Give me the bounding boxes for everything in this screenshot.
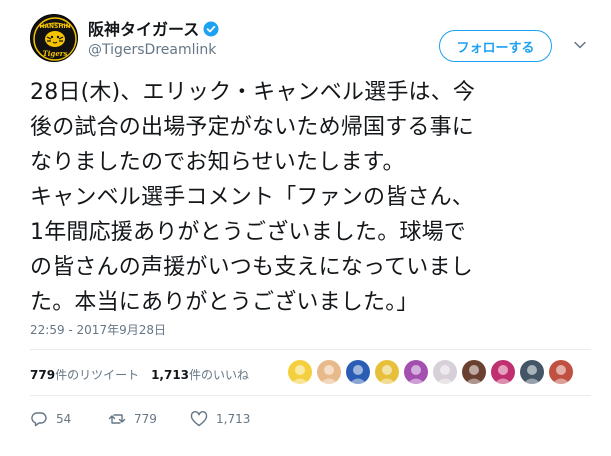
- liker-avatar-girl-icon[interactable]: [549, 360, 573, 384]
- retweets-stat[interactable]: 779件のリツイート: [30, 368, 139, 382]
- liker-avatar-woman-icon[interactable]: [462, 360, 486, 384]
- retweet-button[interactable]: 779: [108, 408, 157, 430]
- liker-avatar-mascot-icon[interactable]: [346, 360, 370, 384]
- verified-badge-icon: [203, 21, 219, 37]
- tweet-header: HANSHIN Tigers 阪神タイガース @TigersDreamlink …: [30, 12, 597, 64]
- liker-avatar-team-icon[interactable]: [520, 360, 544, 384]
- tweet-line: た。本当にありがとうございました。」: [30, 290, 419, 315]
- follow-button[interactable]: フォロー​する: [439, 30, 552, 62]
- liker-avatar-character-icon[interactable]: [375, 360, 399, 384]
- liker-avatar-face-icon[interactable]: [317, 360, 341, 384]
- liker-avatar-group-icon[interactable]: [491, 360, 515, 384]
- likes-stat[interactable]: 1,713件のいいね: [151, 368, 249, 382]
- avatar-top-text: HANSHIN: [39, 23, 70, 30]
- hanshin-tigers-logo-icon: HANSHIN Tigers: [31, 15, 77, 61]
- display-name-text: 阪神タイガース: [88, 20, 200, 39]
- tweet-line: 後の試合の出場予定がないため帰国する事に: [30, 115, 475, 140]
- tweet-text: 28日(木)、エリック・キャンベル選手は、今 後の試合の出場予定がないため帰国す…: [30, 75, 590, 320]
- tweet-actions: 54 779 1,713: [30, 408, 330, 432]
- tweet-line: 1年間応援ありがとうございました。球場で: [30, 220, 466, 245]
- retweets-stat-count: 779: [30, 368, 56, 382]
- liker-avatars: [288, 360, 573, 388]
- avatar[interactable]: HANSHIN Tigers: [30, 14, 78, 62]
- liker-avatar-photo-icon[interactable]: [433, 360, 457, 384]
- display-name[interactable]: 阪神タイガース: [88, 16, 219, 40]
- user-handle[interactable]: @TigersDreamlink: [88, 42, 216, 58]
- retweets-stat-label: 件のリツイート: [55, 368, 140, 382]
- liker-avatar-person-icon[interactable]: [404, 360, 428, 384]
- tweet-line: 28日(木)、エリック・キャンベル選手は、今: [30, 80, 476, 105]
- reply-count: 54: [56, 412, 72, 426]
- chevron-down-icon[interactable]: [573, 38, 587, 52]
- like-count: 1,713: [216, 412, 251, 426]
- divider: [30, 349, 591, 350]
- likes-stat-label: 件のいいね: [189, 368, 250, 382]
- tweet-line: なりましたのでお知らせいたします。: [30, 150, 405, 175]
- tweet-stats: 779件のリツイート 1,713件のいいね: [30, 366, 249, 383]
- likes-stat-count: 1,713: [151, 368, 190, 382]
- tweet-line: の皆さんの声援がいつも支えになっていまし: [30, 255, 473, 280]
- divider: [30, 395, 591, 396]
- retweet-icon: [108, 414, 126, 424]
- heart-icon: [190, 411, 208, 427]
- reply-button[interactable]: 54: [30, 408, 71, 430]
- retweet-count: 779: [134, 412, 157, 426]
- tweet-line: キャンベル選手コメント「ファンの皆さん、: [30, 185, 475, 210]
- liker-avatar-tigers-icon[interactable]: [288, 360, 312, 384]
- like-button[interactable]: 1,713: [190, 408, 250, 430]
- reply-icon: [31, 412, 47, 427]
- tweet-timestamp[interactable]: 22:59 - 2017年9月28日: [30, 321, 166, 338]
- avatar-bottom-text: Tigers: [43, 49, 68, 58]
